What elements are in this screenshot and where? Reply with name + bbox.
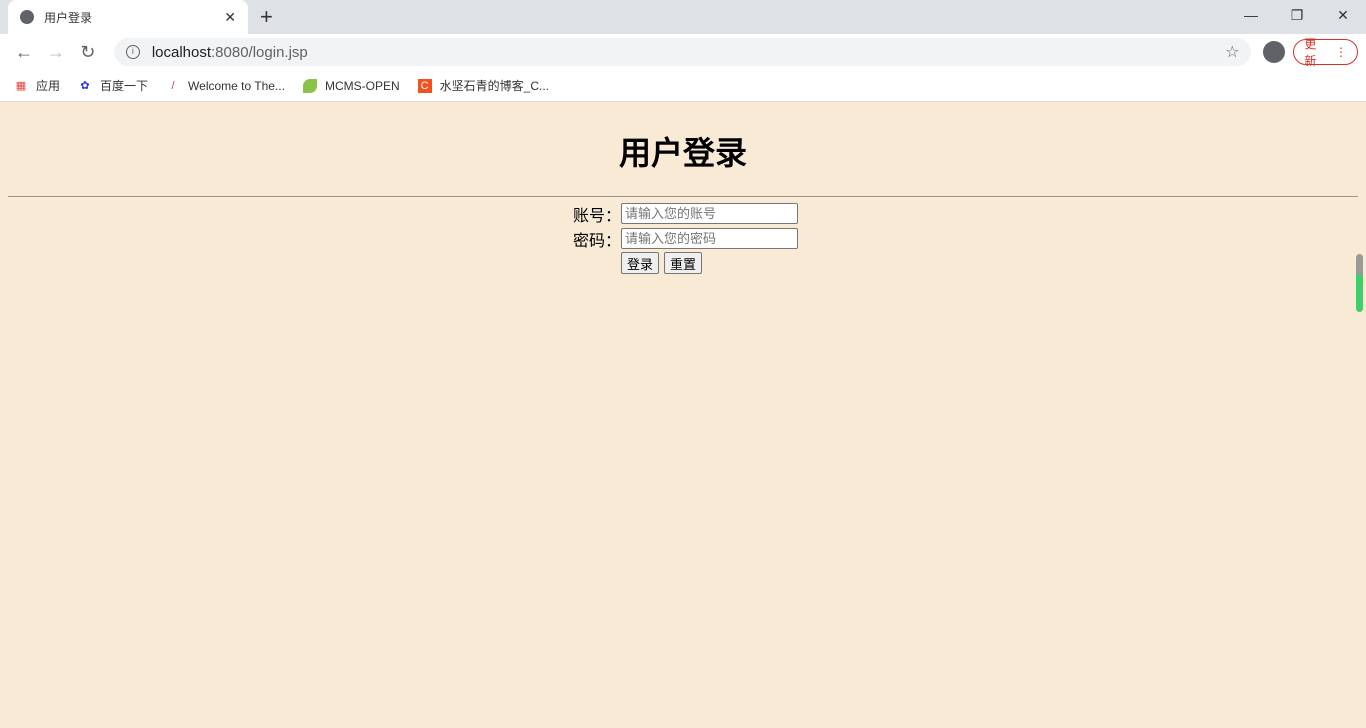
feather-icon: / [171,79,175,92]
leaf-icon [302,78,317,93]
bookmark-label: 应用 [36,79,61,93]
divider [8,196,1358,197]
login-button[interactable]: 登录 [621,252,660,274]
username-input[interactable] [621,203,798,224]
profile-avatar[interactable] [1263,41,1286,63]
url-host: localhost [151,43,212,61]
restore-button[interactable]: ❐ [1274,0,1320,30]
bookmark-baidu[interactable]: ✿ 百度一下 [78,77,148,94]
tab-strip: 用户登录 ✕ + — ❐ ✕ [0,0,1366,34]
bookmark-csdn[interactable]: C 水坚石青的博客_C... [417,77,549,94]
globe-icon [20,10,34,24]
browser-toolbar: ← → ↻ i localhost:8080/login.jsp ☆ 更新 ⋮ [0,34,1366,70]
info-icon[interactable]: i [125,45,140,59]
bookmark-mcms[interactable]: MCMS-OPEN [302,78,400,93]
reset-button[interactable]: 重置 [664,252,703,274]
menu-dots-icon: ⋮ [1335,45,1348,59]
reload-button[interactable]: ↻ [72,42,104,63]
bookmark-label: 百度一下 [100,79,149,93]
close-tab-icon[interactable]: ✕ [224,9,236,26]
update-label: 更新 [1304,37,1317,68]
login-form: 账号： 密码： 登录 重置 [560,201,798,274]
bookmark-label: 水坚石青的博客_C... [439,79,549,93]
bookmarks-bar: ▦ 应用 ✿ 百度一下 / Welcome to The... MCMS-OPEN C… [0,70,1366,102]
bookmark-apps[interactable]: ▦ 应用 [14,77,60,94]
close-window-button[interactable]: ✕ [1320,0,1366,30]
page-content: 用户登录 账号： 密码： 登录 重置 [0,102,1366,728]
bookmark-star-icon[interactable]: ☆ [1225,42,1239,62]
bookmark-label: Welcome to The... [188,78,285,93]
forward-button[interactable]: → [40,42,72,63]
address-bar[interactable]: i localhost:8080/login.jsp ☆ [113,38,1252,66]
url-path: :8080/login.jsp [211,43,308,61]
window-controls: — ❐ ✕ [1228,0,1366,30]
new-tab-button[interactable]: + [260,4,273,30]
page-title: 用户登录 [618,135,747,171]
password-label: 密码： [572,232,621,250]
bookmark-label: MCMS-OPEN [324,78,400,93]
csdn-c-icon: C [417,78,432,93]
password-input[interactable] [621,228,798,249]
minimize-button[interactable]: — [1228,0,1274,30]
tab-title: 用户登录 [44,10,93,25]
scrollbar-widget[interactable] [1356,254,1363,312]
bookmark-welcome[interactable]: / Welcome to The... [166,79,285,93]
update-button[interactable]: 更新 ⋮ [1293,37,1359,68]
baidu-paw-icon: ✿ [80,79,90,92]
tab-login[interactable]: 用户登录 ✕ [8,0,248,34]
apps-grid-icon: ▦ [15,79,27,92]
back-button[interactable]: ← [8,42,40,63]
username-label: 账号： [572,207,621,225]
